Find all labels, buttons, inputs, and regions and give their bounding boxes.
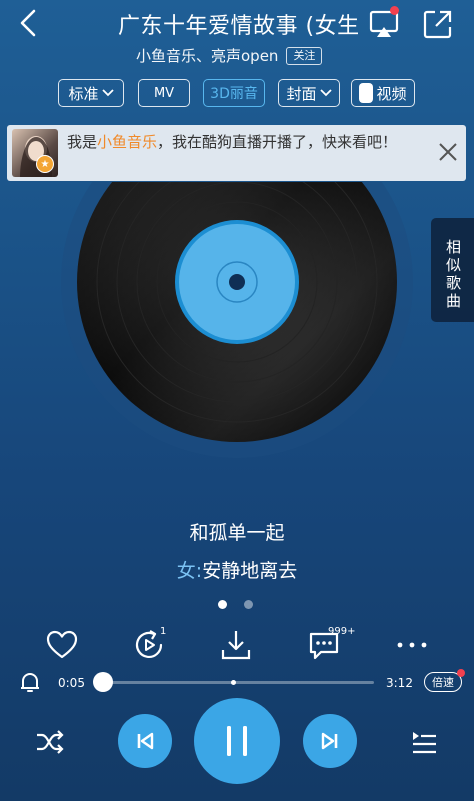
chevron-down-icon (101, 89, 114, 97)
pause-icon (227, 726, 247, 756)
download-button[interactable] (219, 628, 253, 662)
notification-dot (457, 669, 465, 677)
banner-message: 我是小鱼音乐，我在酷狗直播开播了，快来看吧！ (67, 133, 398, 151)
heart-icon (46, 630, 78, 659)
like-button[interactable] (45, 628, 79, 662)
previous-button[interactable] (118, 714, 172, 768)
mv-label: MV (153, 85, 175, 101)
vip-badge-icon: ★ (36, 155, 54, 173)
similar-songs-tab[interactable]: 相似歌曲 (431, 218, 474, 322)
artist-row: 小鱼音乐、亮声open 关注 (136, 45, 323, 66)
vinyl-record[interactable] (58, 182, 416, 502)
playlist-button[interactable] (410, 729, 438, 757)
pause-button[interactable] (194, 698, 280, 784)
3d-sound-button[interactable]: 3D丽音 (203, 79, 265, 107)
vinyl-disc-graphic (61, 182, 413, 458)
toggle-knob (359, 83, 374, 103)
page-indicator-active (218, 600, 227, 609)
lyric-line-next: 女:安静地离去 (0, 556, 474, 583)
more-icon (397, 642, 427, 648)
playlist-icon (413, 732, 436, 754)
lyric-singer: 女: (176, 560, 203, 582)
live-notification-banner[interactable]: ★ 我是小鱼音乐，我在酷狗直播开播了，快来看吧！ (7, 125, 466, 181)
progress-marker (231, 680, 236, 685)
mv-button[interactable]: MV (138, 79, 190, 107)
shuffle-icon (37, 730, 64, 754)
sleep-timer-button[interactable] (18, 670, 42, 694)
cover-label: 封面 (286, 84, 317, 103)
next-button[interactable] (303, 714, 357, 768)
share-icon (423, 10, 452, 39)
3d-sound-label: 3D丽音 (210, 86, 258, 102)
total-time: 3:12 (386, 676, 413, 690)
download-icon (221, 631, 251, 660)
cover-select[interactable]: 封面 (278, 79, 340, 107)
notification-dot (390, 6, 399, 15)
banner-highlight: 小鱼音乐 (97, 133, 158, 151)
more-button[interactable] (395, 628, 429, 662)
skip-previous-icon (137, 732, 154, 750)
recommend-count: 1 (160, 626, 167, 637)
close-icon (439, 143, 457, 161)
bell-icon (21, 673, 39, 692)
progress-knob[interactable] (93, 672, 114, 692)
shuffle-button[interactable] (35, 728, 65, 756)
quality-select[interactable]: 标准 (58, 79, 124, 107)
speed-button[interactable]: 倍速 (424, 672, 462, 692)
chevron-down-icon (319, 89, 332, 97)
quality-label: 标准 (68, 84, 99, 103)
share-button[interactable] (422, 8, 454, 40)
back-button[interactable] (14, 6, 44, 40)
video-label: 视频 (376, 84, 407, 103)
artist-names[interactable]: 小鱼音乐、亮声open (136, 45, 278, 66)
skip-next-icon (321, 732, 338, 750)
video-toggle[interactable]: 视频 (351, 79, 415, 107)
page-indicator[interactable] (244, 600, 253, 609)
follow-button[interactable]: 关注 (286, 46, 323, 65)
song-title: 广东十年爱情故事 (女生 (118, 14, 358, 39)
lyric-next-text: 安静地离去 (202, 560, 298, 582)
chevron-left-icon (20, 9, 36, 37)
lyric-line-current: 和孤单一起 (189, 522, 285, 544)
banner-close-button[interactable] (435, 139, 461, 165)
comment-count: 999+ (328, 626, 356, 637)
current-time: 0:05 (58, 676, 85, 690)
